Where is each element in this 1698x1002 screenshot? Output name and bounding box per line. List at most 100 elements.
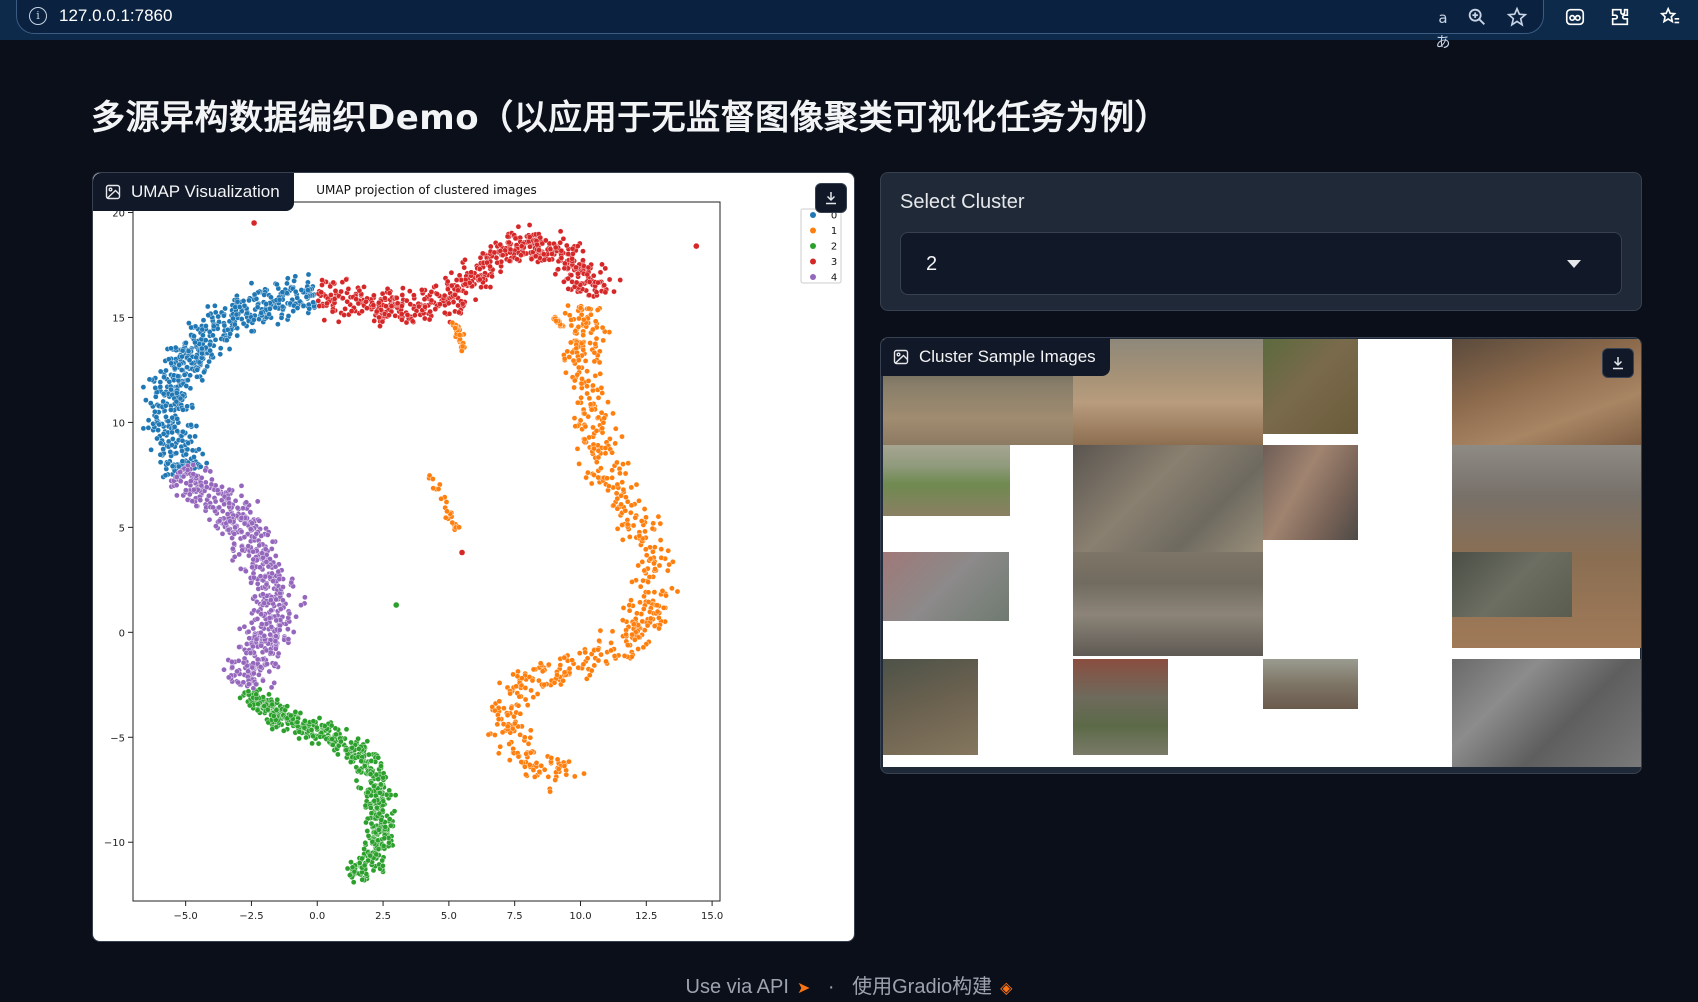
scatter-point-1 [657,520,664,527]
scatter-point-0 [179,448,185,454]
scatter-point-3 [371,292,377,299]
scatter-point-1 [619,522,625,528]
scatter-point-4 [285,626,291,632]
scatter-point-4 [198,482,205,489]
scatter-point-0 [197,463,204,470]
scatter-point-1 [537,660,544,667]
scatter-point-1 [651,560,657,567]
sample-image[interactable] [1073,552,1263,656]
scatter-point-0 [244,310,250,316]
scatter-point-3 [456,272,463,279]
scatter-point-4 [239,547,246,553]
scatter-point-1 [582,423,589,430]
scatter-point-1 [592,341,599,347]
scatter-point-2 [361,846,367,852]
scatter-point-4 [247,526,254,532]
chevron-down-icon[interactable] [1567,260,1581,268]
zoom-icon[interactable] [1465,6,1489,30]
scatter-point-3 [404,312,411,318]
scatter-point-1 [575,664,582,671]
scatter-point-2 [347,759,354,765]
site-info-icon[interactable]: i [29,7,47,25]
scatter-point-0 [303,294,310,300]
scatter-point-1 [574,445,581,452]
sample-image[interactable] [883,552,1009,621]
y-tick-label: 15 [112,313,125,324]
scatter-point-3 [328,292,334,298]
sample-image[interactable] [883,445,1010,516]
scatter-point-1 [496,698,503,705]
scatter-point-1 [588,406,595,413]
scatter-point-3 [422,303,428,310]
sample-image[interactable] [1452,552,1572,617]
scatter-point-3 [399,316,405,323]
scatter-point-0 [310,299,316,306]
scatter-point-3 [507,246,514,253]
scatter-point-1 [590,382,596,389]
scatter-point-2 [377,781,384,788]
scatter-point-1 [592,318,599,325]
image-gallery [883,339,1641,767]
scatter-point-4 [219,530,226,537]
scatter-point-1 [495,716,502,723]
scatter-point-4 [231,531,238,537]
legend-marker-0 [810,212,816,218]
scatter-point-3 [476,266,483,272]
scatter-point-3 [342,306,348,312]
sample-image[interactable] [1073,445,1263,552]
download-plot-button[interactable] [815,183,847,213]
scatter-point-4 [246,552,252,559]
address-bar[interactable]: i 127.0.0.1:7860 aあ [16,0,1544,51]
scatter-point-3 [321,317,328,323]
scatter-point-0 [180,406,186,413]
scatter-point-1 [593,335,600,342]
scatter-point-0 [279,289,286,295]
sample-image[interactable] [1452,659,1641,767]
scatter-point-1 [641,506,648,512]
scatter-point-2 [310,733,316,740]
scatter-point-0 [153,414,160,420]
scatter-point-3 [455,287,461,294]
scatter-point-0 [221,322,228,329]
sample-image[interactable] [1263,445,1358,540]
extensions-icon[interactable] [1608,6,1632,30]
scatter-point-0 [167,449,174,455]
scatter-point-4 [285,592,292,599]
scatter-point-1 [628,484,635,491]
profile-icon[interactable] [1563,6,1587,30]
sample-image[interactable] [1263,659,1358,709]
scatter-point-3 [400,285,406,291]
scatter-point-1 [578,380,585,387]
scatter-point-0 [212,302,218,309]
scatter-point-0 [258,310,264,316]
scatter-point-1 [595,657,602,664]
built-with-gradio-link[interactable]: 使用Gradio构建 [852,976,992,998]
sample-image[interactable] [1073,659,1168,755]
translate-icon[interactable]: aあ [1431,6,1455,51]
scatter-point-3 [518,252,524,258]
scatter-point-2 [378,817,385,823]
scatter-point-0 [189,404,196,411]
scatter-point-3 [514,256,520,262]
use-via-api-link[interactable]: Use via API [686,976,789,998]
scatter-point-1 [553,317,559,324]
scatter-point-1 [561,763,568,769]
scatter-point-3 [586,279,593,285]
scatter-point-1 [555,766,562,772]
sample-image[interactable] [883,659,978,755]
download-gallery-button[interactable] [1602,348,1634,378]
scatter-point-3 [491,249,498,256]
scatter-point-1 [560,677,566,684]
sample-image[interactable] [1452,445,1641,648]
scatter-point-1 [614,525,621,532]
bookmark-star-icon[interactable] [1505,6,1529,30]
scatter-point-0 [199,345,205,352]
favorites-icon[interactable] [1658,6,1682,30]
cluster-dropdown[interactable]: 2 [900,232,1622,295]
sample-image[interactable] [1263,339,1358,434]
scatter-point-4 [184,467,191,473]
scatter-point-4 [254,656,261,663]
scatter-point-0 [189,447,196,454]
scatter-point-1 [623,494,629,501]
scatter-point-4 [231,540,237,547]
